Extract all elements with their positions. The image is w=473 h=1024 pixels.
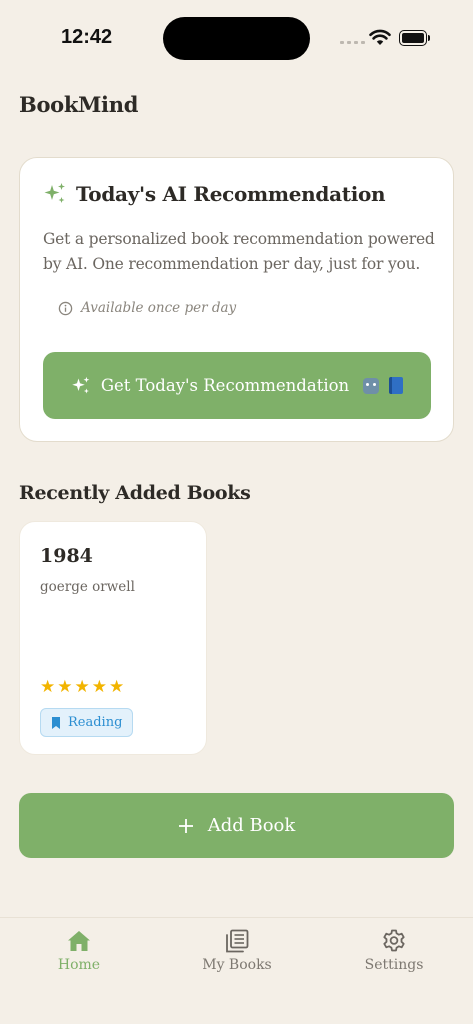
star-icon: ★ (40, 677, 56, 697)
recommendation-title: Today's AI Recommendation (76, 182, 386, 206)
tab-home-label: Home (57, 957, 101, 973)
status-time: 12:42 (61, 26, 113, 48)
info-icon (58, 301, 73, 315)
recommendation-description: Get a personalized book recommendation p… (43, 230, 435, 273)
cellular-signal-icon (340, 41, 365, 44)
get-recommendation-button[interactable]: Get Today's Recommendation (43, 352, 431, 419)
recently-added-title: Recently Added Books (19, 482, 251, 504)
star-icon: ★ (74, 677, 90, 697)
sparkles-icon (44, 183, 65, 203)
tab-home[interactable]: Home (19, 928, 139, 973)
star-icon: ★ (57, 677, 73, 697)
battery-icon (399, 30, 431, 46)
robot-emoji-icon (363, 377, 380, 394)
tab-bar: Home My Books Settings (0, 917, 473, 1024)
bookmark-icon (52, 716, 60, 729)
wifi-icon (369, 29, 391, 45)
gear-icon (383, 929, 405, 952)
book-rating: ★ ★ ★ ★ ★ (40, 677, 124, 697)
recommendation-header: Today's AI Recommendation (43, 182, 386, 206)
book-author: goerge orwell (40, 579, 135, 595)
availability-note: Available once per day (58, 300, 236, 316)
book-card[interactable]: 1984 goerge orwell ★ ★ ★ ★ ★ Reading (19, 521, 207, 755)
status-bar: 12:42 (0, 0, 473, 78)
books-icon (226, 929, 249, 953)
book-title: 1984 (40, 545, 93, 567)
status-badge: Reading (40, 708, 134, 737)
availability-note-text: Available once per day (81, 300, 237, 316)
tab-my-books[interactable]: My Books (177, 928, 297, 973)
home-icon (68, 931, 90, 951)
get-recommendation-label: Get Today's Recommendation (100, 376, 350, 395)
status-badge-label: Reading (68, 715, 123, 730)
tab-my-books-label: My Books (202, 957, 272, 973)
tab-settings[interactable]: Settings (334, 928, 454, 973)
star-icon: ★ (91, 677, 107, 697)
blue-book-emoji-icon (389, 377, 404, 394)
add-book-button[interactable]: Add Book (19, 793, 454, 858)
star-icon: ★ (109, 677, 125, 697)
add-book-label: Add Book (207, 815, 296, 836)
tab-settings-label: Settings (364, 957, 424, 973)
plus-icon (178, 818, 193, 833)
page-title: BookMind (19, 92, 139, 117)
sparkles-icon (72, 376, 90, 393)
ai-recommendation-card: Today's AI Recommendation Get a personal… (19, 157, 454, 442)
dynamic-island (163, 17, 310, 60)
